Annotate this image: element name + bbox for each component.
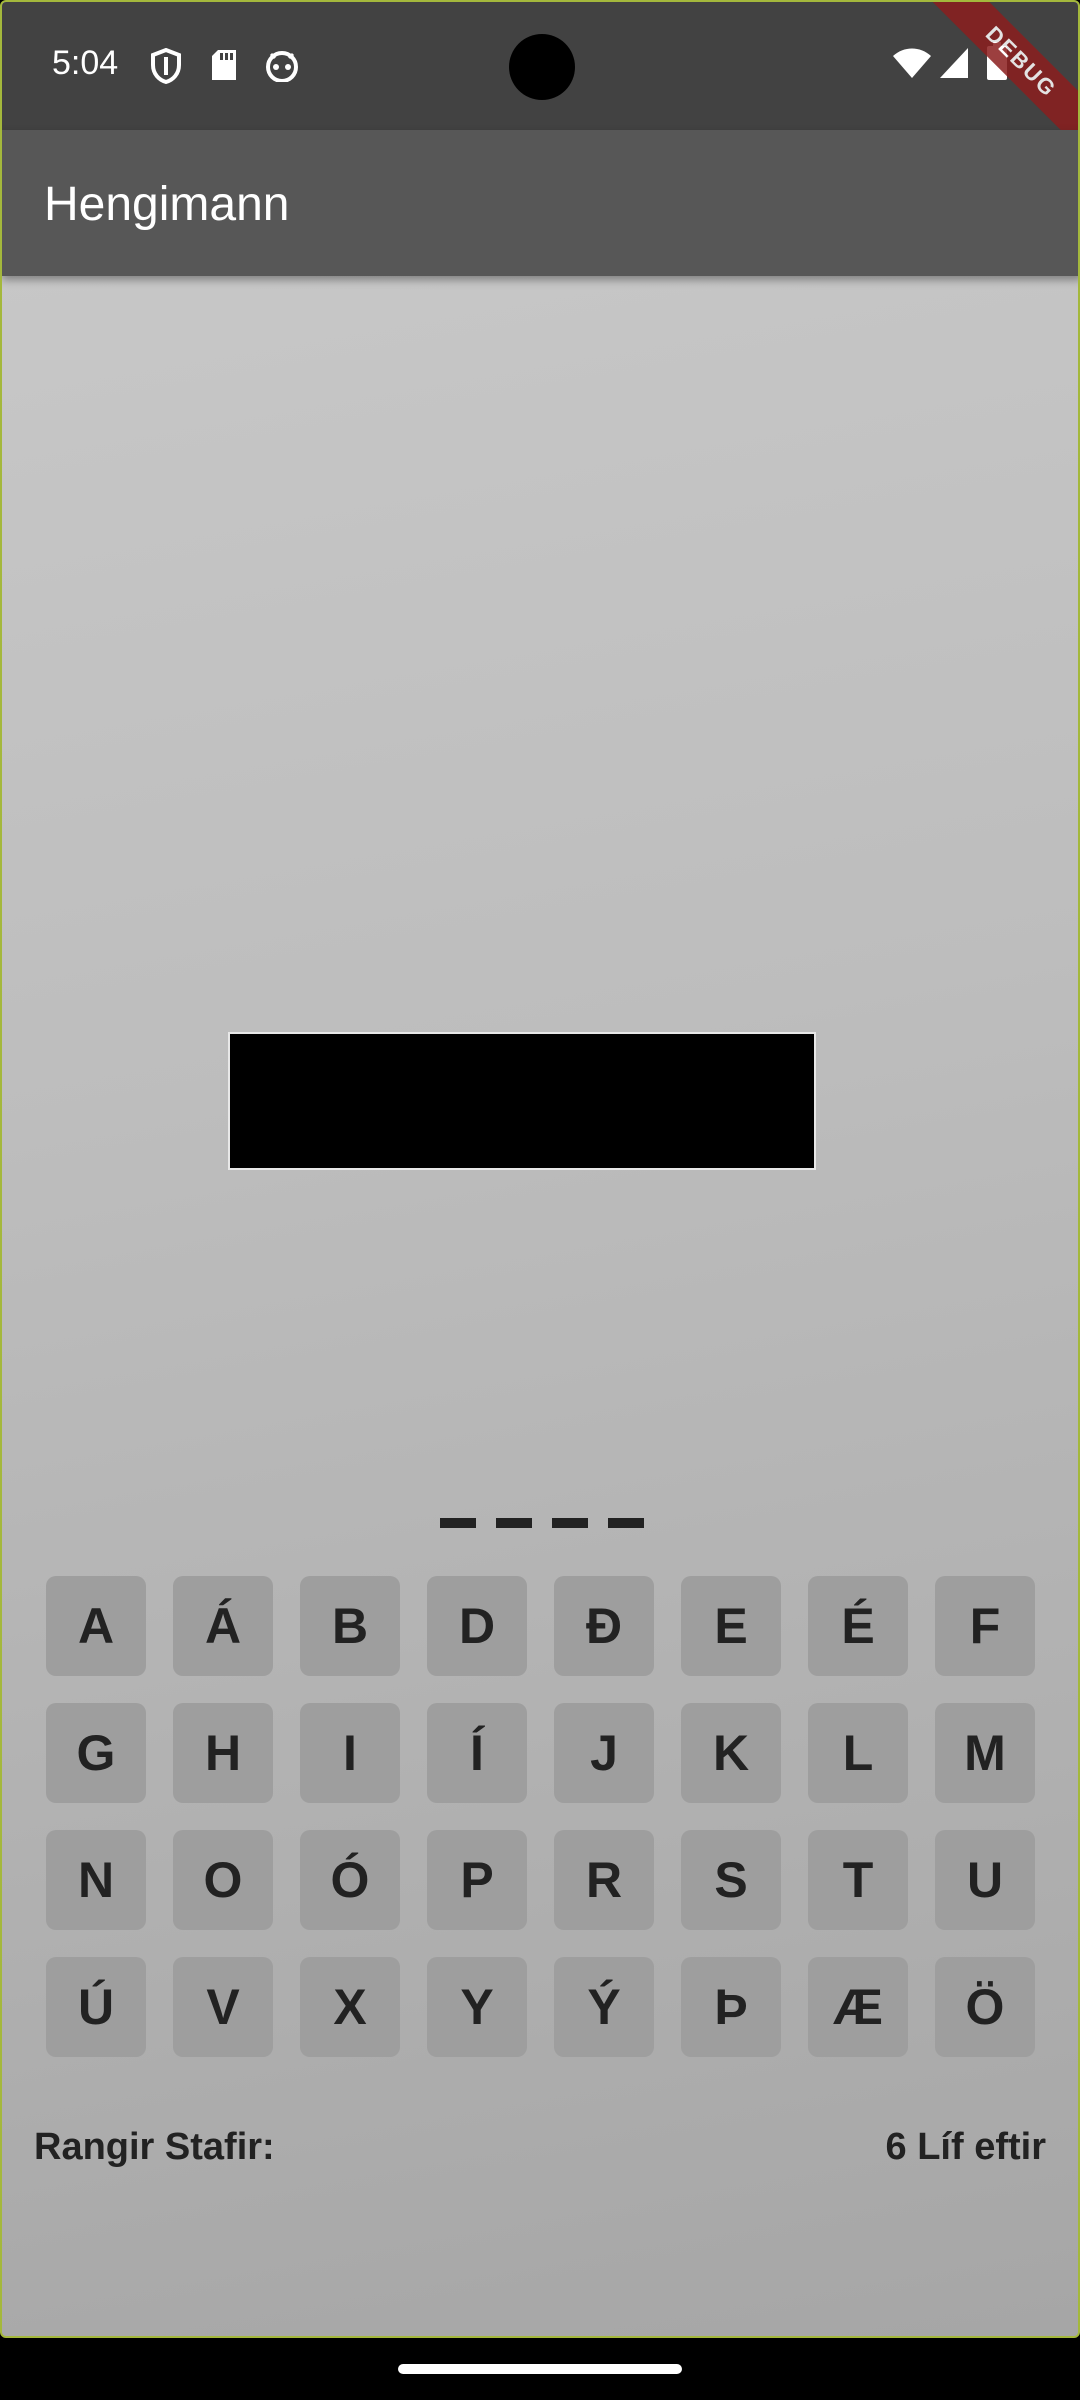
letter-key[interactable]: Þ [681, 1957, 781, 2057]
robot-face-icon [264, 48, 300, 87]
letter-key[interactable]: Í [427, 1703, 527, 1803]
hangman-gallows-base [228, 1032, 816, 1170]
letter-keyboard: A Á B D Ð E É F G H I Í J K L M N O Ó P … [46, 1576, 1038, 2057]
letter-key[interactable]: Ö [935, 1957, 1035, 2057]
sd-card-icon [210, 48, 238, 87]
letter-key[interactable]: B [300, 1576, 400, 1676]
letter-key[interactable]: G [46, 1703, 146, 1803]
letter-key[interactable]: O [173, 1830, 273, 1930]
wifi-icon [892, 46, 932, 85]
status-bar: 5:04 DEBUG [2, 2, 1078, 158]
letter-key[interactable]: T [808, 1830, 908, 1930]
letter-key[interactable]: A [46, 1576, 146, 1676]
app-bar: Hengimann [2, 130, 1078, 276]
letter-key[interactable]: L [808, 1703, 908, 1803]
letter-key[interactable]: X [300, 1957, 400, 2057]
word-display [2, 1482, 1078, 1532]
letter-key[interactable]: F [935, 1576, 1035, 1676]
letter-key[interactable]: H [173, 1703, 273, 1803]
letter-key[interactable]: V [173, 1957, 273, 2057]
letter-key[interactable]: R [554, 1830, 654, 1930]
letter-key[interactable]: Ó [300, 1830, 400, 1930]
letter-key[interactable]: K [681, 1703, 781, 1803]
letter-key[interactable]: E [681, 1576, 781, 1676]
word-letter-slot [440, 1482, 476, 1528]
letter-key[interactable]: É [808, 1576, 908, 1676]
app-frame: 5:04 DEBUG Hengimann A Á B D Ð E É F G H… [0, 0, 1080, 2338]
letter-key[interactable]: S [681, 1830, 781, 1930]
letter-key[interactable]: N [46, 1830, 146, 1930]
letter-key[interactable]: U [935, 1830, 1035, 1930]
status-time: 5:04 [52, 44, 119, 82]
letter-key[interactable]: P [427, 1830, 527, 1930]
camera-cutout [509, 34, 575, 100]
letter-key[interactable]: I [300, 1703, 400, 1803]
shield-icon [150, 47, 182, 89]
word-letter-slot [608, 1482, 644, 1528]
cellular-signal-icon [938, 46, 970, 85]
letter-key[interactable]: M [935, 1703, 1035, 1803]
word-letter-slot [552, 1482, 588, 1528]
letter-key[interactable]: Ý [554, 1957, 654, 2057]
letter-key[interactable]: Ú [46, 1957, 146, 2057]
letter-key[interactable]: Æ [808, 1957, 908, 2057]
gesture-nav-handle[interactable] [398, 2364, 682, 2374]
letter-key[interactable]: Á [173, 1576, 273, 1676]
wrong-letters-label: Rangir Stafir: [34, 2126, 275, 2168]
letter-key[interactable]: D [427, 1576, 527, 1676]
letter-key[interactable]: Y [427, 1957, 527, 2057]
word-letter-slot [496, 1482, 532, 1528]
app-title: Hengimann [44, 178, 290, 231]
screen: 5:04 DEBUG Hengimann A Á B D Ð E É F G H… [0, 0, 1080, 2400]
letter-key[interactable]: Ð [554, 1576, 654, 1676]
letter-key[interactable]: J [554, 1703, 654, 1803]
lives-remaining: 6 Líf eftir [885, 2126, 1046, 2168]
